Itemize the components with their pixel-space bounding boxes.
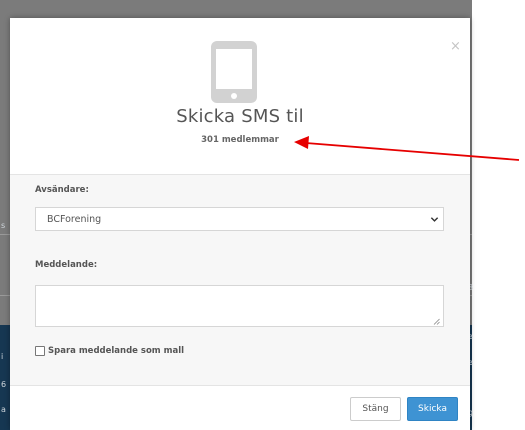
sender-label: Avsändare: <box>35 185 89 195</box>
dialog-header: × Skicka SMS til 301 medlemmar <box>10 18 470 175</box>
dialog-footer: Stäng Skicka <box>10 385 470 430</box>
recipient-count: 301 medlemmar <box>201 135 279 145</box>
chevron-down-icon <box>430 217 439 222</box>
close-button[interactable]: Stäng <box>350 397 401 421</box>
save-template-row: Spara meddelande som mall <box>35 345 184 357</box>
background-text-fragment: a <box>1 405 6 414</box>
background-text-fragment: s <box>1 221 6 230</box>
background-text-fragment: i <box>1 352 4 361</box>
message-textarea[interactable] <box>35 285 444 327</box>
send-button[interactable]: Skicka <box>407 397 458 421</box>
resize-handle-icon[interactable] <box>433 318 440 325</box>
dialog-title: Skicka SMS til <box>176 106 304 127</box>
screenshot-stage: s i 6 a 3 e e i g × Skicka SMS til 301 m… <box>0 0 525 430</box>
message-label: Meddelande: <box>35 260 98 270</box>
background-text-fragment: 6 <box>1 380 7 389</box>
mobile-phone-icon <box>211 41 257 103</box>
save-template-checkbox[interactable] <box>35 346 45 356</box>
sender-selected-value: BCForening <box>47 214 102 225</box>
dialog-body: Avsändare: BCForening Meddelande: Spara … <box>10 175 470 385</box>
close-icon[interactable]: × <box>450 40 461 53</box>
sender-select[interactable]: BCForening <box>35 207 444 231</box>
save-template-label[interactable]: Spara meddelande som mall <box>48 346 184 356</box>
send-sms-dialog: × Skicka SMS til 301 medlemmar Avsändare… <box>10 18 470 430</box>
